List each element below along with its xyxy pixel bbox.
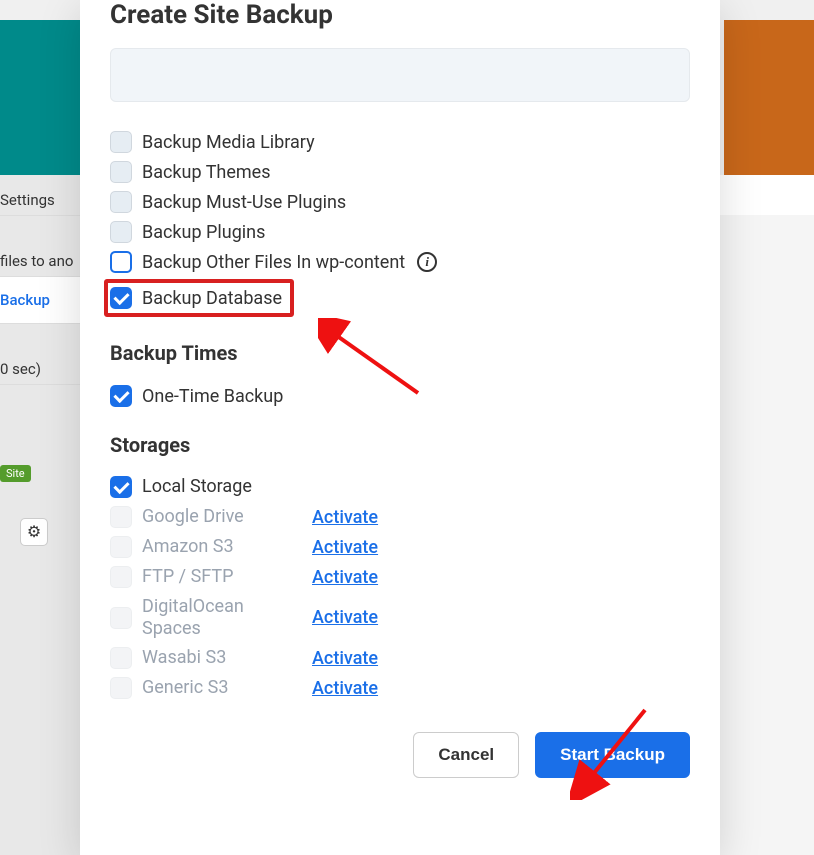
bg-teal-banner [0, 20, 80, 175]
activate-link[interactable]: Activate [312, 648, 378, 669]
storage-name: Local Storage [142, 476, 302, 498]
start-backup-button[interactable]: Start Backup [535, 732, 690, 778]
site-url-box [110, 48, 690, 102]
highlight-database: Backup Database [104, 279, 294, 317]
checkbox-icon [110, 536, 132, 558]
modal-footer: Cancel Start Backup [110, 732, 690, 778]
checkbox-icon[interactable] [110, 191, 132, 213]
activate-link[interactable]: Activate [312, 607, 378, 628]
backup-options-group: Backup Media Library Backup Themes Backu… [110, 127, 690, 319]
activate-link[interactable]: Activate [312, 678, 378, 699]
checkbox-icon[interactable] [110, 161, 132, 183]
checkbox-icon[interactable] [110, 131, 132, 153]
checkbox-icon[interactable] [110, 287, 132, 309]
storage-name: FTP / SFTP [142, 566, 302, 588]
checkbox-icon[interactable] [110, 251, 132, 273]
storage-name: Google Drive [142, 506, 302, 528]
checkbox-label: Backup Media Library [142, 132, 315, 153]
cancel-button[interactable]: Cancel [413, 732, 519, 778]
activate-link[interactable]: Activate [312, 507, 378, 528]
storage-google-drive: Google Drive Activate [110, 503, 690, 531]
storage-name: Wasabi S3 [142, 647, 302, 669]
checkbox-media-library[interactable]: Backup Media Library [110, 127, 690, 157]
storages-group: Local Storage Google Drive Activate Amaz… [110, 473, 690, 702]
checkbox-must-use-plugins[interactable]: Backup Must-Use Plugins [110, 187, 690, 217]
storage-name: Amazon S3 [142, 536, 302, 558]
backup-times-heading: Backup Times [110, 341, 690, 365]
checkbox-icon[interactable] [110, 476, 132, 498]
storage-name: Generic S3 [142, 677, 302, 699]
activate-link[interactable]: Activate [312, 567, 378, 588]
activate-link[interactable]: Activate [312, 537, 378, 558]
checkbox-icon [110, 647, 132, 669]
gear-icon[interactable]: ⚙ [20, 518, 48, 546]
checkbox-label: Backup Plugins [142, 222, 265, 243]
storage-amazon-s3: Amazon S3 Activate [110, 533, 690, 561]
bg-orange-banner [724, 20, 814, 175]
create-backup-modal: Create Site Backup Backup Media Library … [80, 0, 720, 855]
checkbox-one-time[interactable]: One-Time Backup [110, 381, 690, 411]
checkbox-icon[interactable] [110, 221, 132, 243]
storages-heading: Storages [110, 433, 690, 457]
checkbox-database[interactable]: Backup Database [110, 287, 282, 309]
checkbox-label: Backup Must-Use Plugins [142, 192, 346, 213]
checkbox-themes[interactable]: Backup Themes [110, 157, 690, 187]
bg-zero-sec: 0 sec) [0, 354, 80, 385]
storage-ftp-sftp: FTP / SFTP Activate [110, 563, 690, 591]
checkbox-icon [110, 566, 132, 588]
checkbox-other-files[interactable]: Backup Other Files In wp-content i [110, 247, 690, 277]
bg-settings: Settings [0, 185, 80, 216]
info-icon[interactable]: i [417, 252, 437, 272]
bg-files-to: files to ano [0, 246, 80, 277]
checkbox-icon[interactable] [110, 385, 132, 407]
checkbox-label: Backup Other Files In wp-content [142, 252, 405, 273]
bg-backup-link[interactable]: Backup [0, 277, 80, 324]
modal-title: Create Site Backup [110, 0, 690, 30]
bg-sidebar: Settings files to ano Backup 0 sec) Site… [0, 175, 80, 855]
checkbox-icon [110, 677, 132, 699]
storage-local[interactable]: Local Storage [110, 473, 690, 501]
checkbox-label: Backup Themes [142, 162, 271, 183]
checkbox-label: Backup Database [142, 288, 282, 309]
site-badge: Site [0, 465, 31, 482]
storage-name: DigitalOcean Spaces [142, 596, 302, 639]
checkbox-label: One-Time Backup [142, 386, 283, 407]
storage-wasabi: Wasabi S3 Activate [110, 644, 690, 672]
checkbox-icon [110, 506, 132, 528]
checkbox-plugins[interactable]: Backup Plugins [110, 217, 690, 247]
checkbox-icon [110, 607, 132, 629]
storage-digitalocean: DigitalOcean Spaces Activate [110, 593, 690, 642]
storage-generic-s3: Generic S3 Activate [110, 674, 690, 702]
